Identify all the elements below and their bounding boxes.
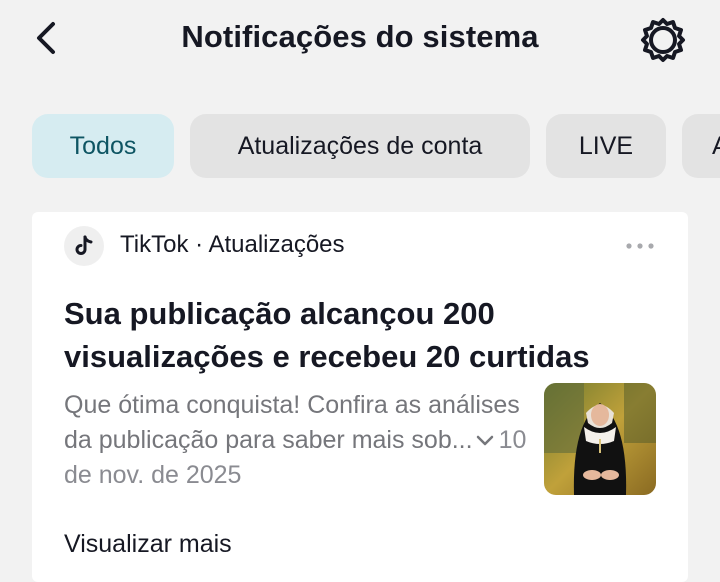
view-more-link[interactable]: Visualizar mais (64, 530, 232, 559)
notification-card[interactable]: TikTok · Atualizações Sua publicação alc… (32, 212, 688, 582)
tab-partial[interactable]: A (682, 114, 720, 178)
tiktok-logo-icon (64, 226, 104, 266)
notification-headline: Sua publicação alcançou 200 visualizaçõe… (64, 296, 590, 374)
filter-tabs: Todos Atualizações de conta LIVE A (0, 114, 720, 180)
chevron-down-icon[interactable] (475, 434, 495, 448)
tab-label: A (712, 132, 720, 161)
tab-label: Todos (69, 131, 137, 160)
top-bar: Notificações do sistema (0, 0, 720, 80)
post-thumbnail[interactable] (544, 383, 656, 495)
gear-icon (641, 18, 685, 62)
post-thumbnail-image (544, 383, 656, 495)
tab-label: LIVE (578, 131, 634, 160)
notification-source: TikTok · Atualizações (120, 231, 345, 258)
body-text: Que ótima conquista! Confira as análises… (64, 391, 520, 454)
page-title: Notificações do sistema (181, 19, 539, 54)
notification-body: Que ótima conquista! Confira as análises… (64, 388, 534, 493)
tab-atualizacoes-de-conta[interactable]: Atualizações de conta (190, 114, 530, 178)
tab-label: Atualizações de conta (237, 131, 483, 160)
settings-button[interactable] (637, 15, 689, 65)
tab-todos[interactable]: Todos (32, 114, 174, 178)
tab-live[interactable]: LIVE (546, 114, 666, 178)
more-options-button[interactable] (620, 232, 660, 260)
more-dots-icon (626, 243, 654, 249)
